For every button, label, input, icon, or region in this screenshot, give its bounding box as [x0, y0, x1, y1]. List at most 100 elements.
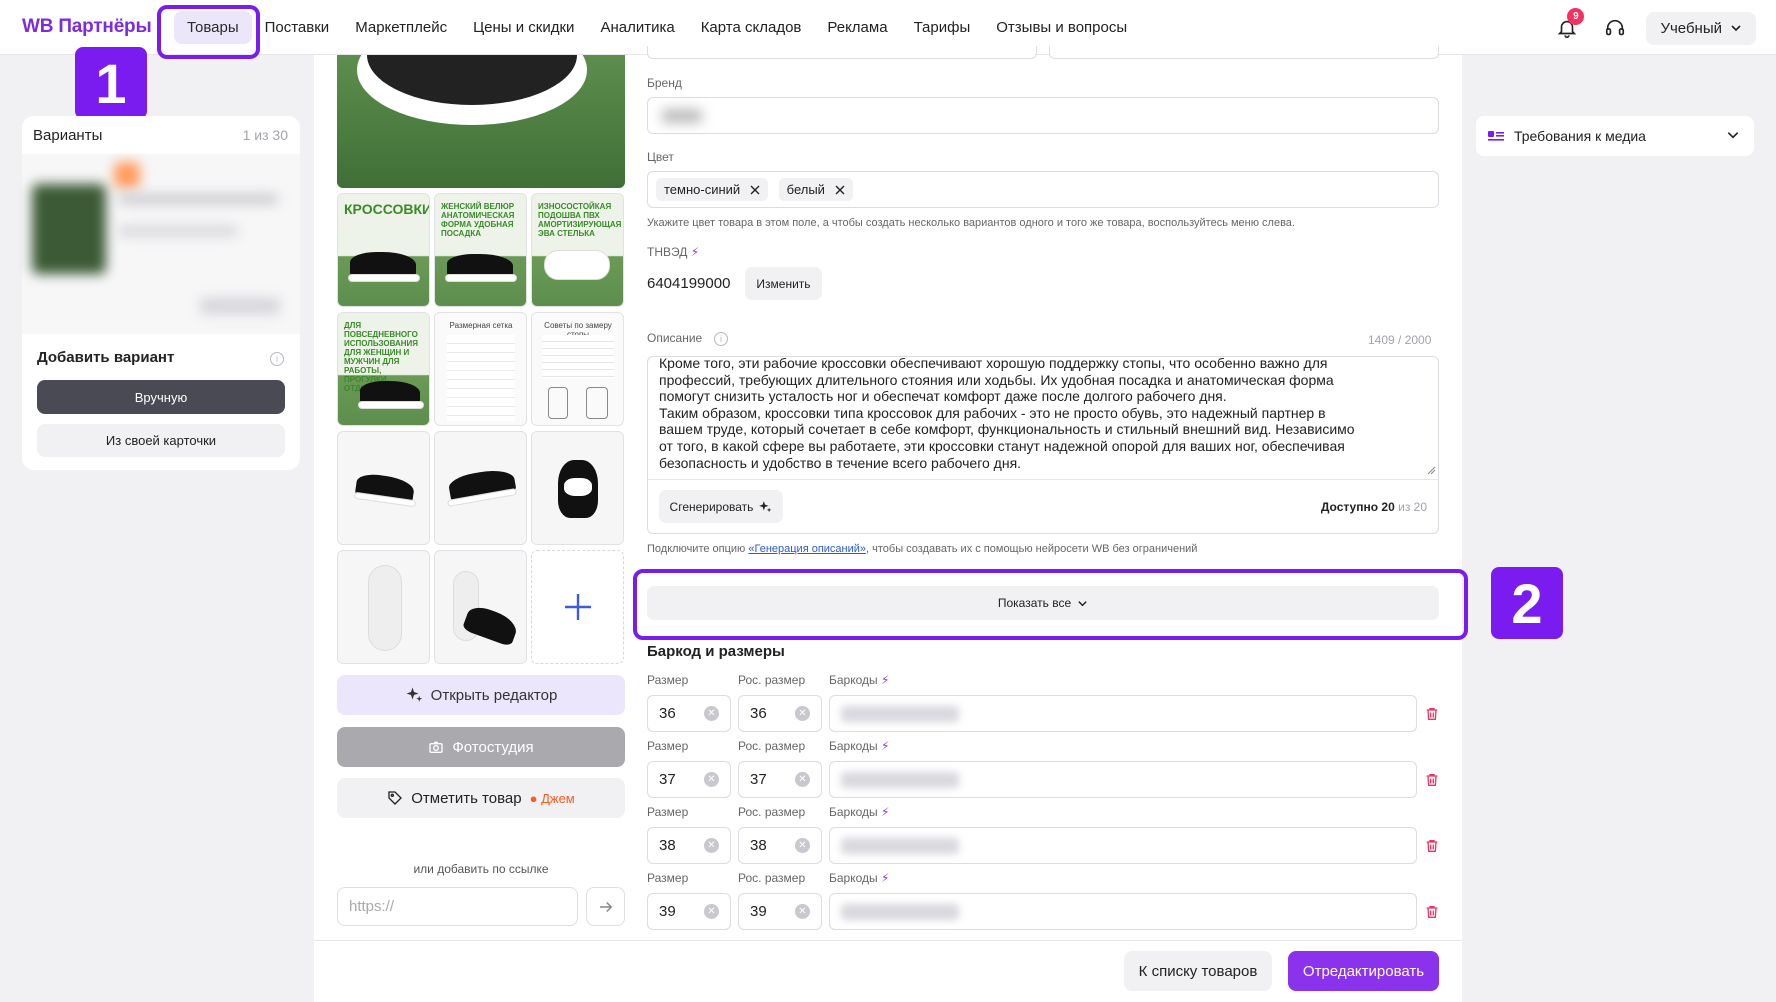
nav-item-marketplace[interactable]: Маркетплейс — [342, 11, 460, 44]
barcode-input[interactable] — [829, 893, 1417, 930]
photo-thumb[interactable]: ЖЕНСКИЙ ВЕЛЮР АНАТОМИЧЕСКАЯ ФОРМА УДОБНА… — [434, 193, 527, 307]
nav-item-warehouse-map[interactable]: Карта складов — [688, 11, 815, 44]
mark-product-label: Отметить товар — [411, 789, 522, 807]
lightning-icon: ⚡ — [690, 245, 700, 259]
size-input[interactable]: 38 ✕ — [647, 827, 731, 864]
add-by-link-label: или добавить по ссылке — [413, 862, 549, 876]
photo-url-input[interactable]: https:// — [337, 887, 578, 926]
photo-thumb[interactable]: КРОССОВКИ — [337, 193, 430, 307]
account-switcher[interactable]: Учебный — [1646, 11, 1756, 45]
account-name: Учебный — [1660, 19, 1722, 37]
clear-icon[interactable]: ✕ — [795, 838, 810, 853]
barcode-input[interactable] — [829, 761, 1417, 798]
ros-size-input[interactable]: 36 ✕ — [738, 695, 822, 732]
jam-badge: ● Джем — [529, 790, 575, 806]
photo-thumb[interactable]: Размерная сетка — [434, 312, 527, 426]
tnved-label: ТНВЭД ⚡ — [647, 245, 700, 259]
clear-icon[interactable]: ✕ — [704, 904, 719, 919]
main-photo[interactable] — [337, 55, 625, 188]
back-to-list-button[interactable]: К списку товаров — [1124, 951, 1272, 991]
notification-badge: 9 — [1567, 8, 1585, 25]
description-textarea[interactable]: Кроме того, эти рабочие кроссовки обеспе… — [659, 358, 1411, 476]
nav-item-analytics[interactable]: Аналитика — [587, 11, 687, 44]
add-variant-from-card-button[interactable]: Из своей карточки — [37, 424, 285, 457]
support-button[interactable] — [1598, 11, 1632, 45]
top-right-controls: 9 Учебный — [1550, 8, 1756, 45]
photo-thumb[interactable] — [337, 431, 430, 545]
camera-icon — [429, 741, 444, 753]
step-marker-1: 1 — [75, 47, 147, 119]
media-requirements-dropdown[interactable]: Требования к медиа — [1476, 116, 1754, 156]
variant-card[interactable] — [22, 154, 300, 334]
size-input[interactable]: 39 ✕ — [647, 893, 731, 930]
color-hint: Укажите цвет товара в этом поле, а чтобы… — [647, 217, 1295, 229]
ros-size-label: Рос. размер — [738, 739, 806, 753]
size-input[interactable]: 37 ✕ — [647, 761, 731, 798]
photo-thumb[interactable]: ИЗНОСОСТОЙКАЯ ПОДОШВА ПВХ АМОРТИЗИРУЮЩАЯ… — [531, 193, 624, 307]
generate-description-button[interactable]: Сгенерировать — [659, 490, 783, 523]
close-icon[interactable] — [750, 185, 760, 195]
size-label: Размер — [647, 871, 689, 885]
mark-product-button[interactable]: Отметить товар ● Джем — [337, 778, 625, 818]
nav-item-reviews[interactable]: Отзывы и вопросы — [983, 11, 1140, 44]
logo[interactable]: WB Партнёры — [22, 16, 152, 38]
trash-icon[interactable] — [1424, 904, 1440, 920]
nav-item-ads[interactable]: Реклама — [814, 11, 900, 44]
brand-label: Бренд — [647, 76, 682, 90]
size-input[interactable]: 36 ✕ — [647, 695, 731, 732]
clear-icon[interactable]: ✕ — [704, 838, 719, 853]
description-label: Описание — [647, 331, 703, 345]
photo-thumb[interactable]: Советы по замеру стопы — [531, 312, 624, 426]
open-editor-button[interactable]: Открыть редактор — [337, 675, 625, 715]
clear-icon[interactable]: ✕ — [795, 772, 810, 787]
clear-icon[interactable]: ✕ — [795, 904, 810, 919]
notifications-button[interactable]: 9 — [1550, 8, 1585, 45]
ros-size-input[interactable]: 37 ✕ — [738, 761, 822, 798]
media-requirements-label: Требования к медиа — [1514, 128, 1646, 144]
brand-input[interactable] — [647, 97, 1439, 134]
change-tnved-button[interactable]: Изменить — [745, 267, 822, 300]
add-variant-manual-button[interactable]: Вручную — [37, 380, 285, 414]
photo-thumb[interactable]: ДЛЯ ПОВСЕДНЕВНОГО ИСПОЛЬЗОВАНИЯ ДЛЯ ЖЕНЩ… — [337, 312, 430, 426]
photo-thumb[interactable] — [434, 431, 527, 545]
size-label: Размер — [647, 739, 689, 753]
photo-thumb[interactable] — [337, 550, 430, 664]
trash-icon[interactable] — [1424, 706, 1440, 722]
clear-icon[interactable]: ✕ — [704, 772, 719, 787]
ros-size-label: Рос. размер — [738, 673, 806, 687]
color-input[interactable]: темно-синий белый — [647, 171, 1439, 208]
color-chip: белый — [778, 178, 853, 201]
trash-icon[interactable] — [1424, 838, 1440, 854]
clear-icon[interactable]: ✕ — [704, 706, 719, 721]
thumb-caption: ИЗНОСОСТОЙКАЯ ПОДОШВА ПВХ АМОРТИЗИРУЮЩАЯ… — [538, 202, 622, 238]
ros-size-input[interactable]: 38 ✕ — [738, 827, 822, 864]
chevron-down-icon — [1731, 25, 1741, 32]
nav-item-tariffs[interactable]: Тарифы — [901, 11, 984, 44]
ros-size-input[interactable]: 39 ✕ — [738, 893, 822, 930]
add-photo-tile[interactable] — [531, 550, 624, 664]
resize-handle-icon[interactable] — [1426, 465, 1436, 475]
barcode-input[interactable] — [829, 827, 1417, 864]
info-icon[interactable]: i — [270, 352, 284, 366]
barcode-input[interactable] — [829, 695, 1417, 732]
edit-button[interactable]: Отредактировать — [1288, 951, 1439, 991]
sparkle-icon — [406, 687, 422, 702]
variants-title: Варианты — [33, 127, 103, 144]
nav-item-supplies[interactable]: Поставки — [252, 11, 343, 44]
description-editor: Кроме того, эти рабочие кроссовки обеспе… — [647, 356, 1439, 534]
color-chip: темно-синий — [656, 178, 769, 201]
ros-size-label: Рос. размер — [738, 871, 806, 885]
close-icon[interactable] — [835, 185, 845, 195]
info-icon[interactable]: i — [714, 332, 728, 346]
photo-studio-button[interactable]: Фотостудия — [337, 727, 625, 767]
submit-url-button[interactable] — [586, 887, 625, 926]
photo-thumb[interactable] — [531, 431, 624, 545]
generation-option-link[interactable]: «Генерация описаний» — [748, 543, 866, 555]
nav-item-prices[interactable]: Цены и скидки — [460, 11, 587, 44]
tag-icon — [388, 791, 403, 805]
photo-thumb[interactable] — [434, 550, 527, 664]
chevron-down-icon — [1727, 132, 1739, 139]
trash-icon[interactable] — [1424, 772, 1440, 788]
clear-icon[interactable]: ✕ — [795, 706, 810, 721]
divider — [648, 479, 1438, 480]
